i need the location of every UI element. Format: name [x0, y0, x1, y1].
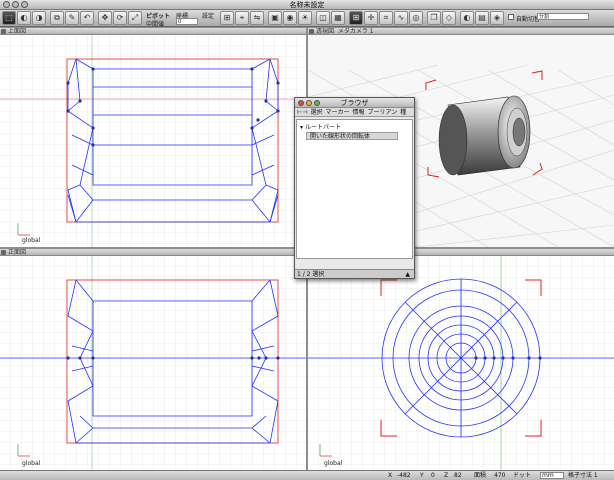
- browser-collapse-icon[interactable]: ⊢⊣: [297, 108, 307, 116]
- grid-size-label[interactable]: 格子寸法 1: [568, 471, 598, 480]
- y-coord-label: Y: [420, 472, 424, 479]
- browser-menu-kind[interactable]: 種: [400, 108, 406, 116]
- browser-titlebar[interactable]: ブラウザ: [295, 98, 414, 108]
- camera-name[interactable]: メタカメラ 1: [338, 28, 374, 35]
- zoom-button[interactable]: [21, 1, 28, 8]
- view-icon[interactable]: ◫: [316, 11, 330, 25]
- rotate-tool-icon[interactable]: ⟳: [113, 11, 127, 25]
- status-bar: X -482 Y 0 Z 82 面積 470 ドット mm 格子寸法 1: [0, 470, 614, 480]
- setting-label[interactable]: 設定: [202, 11, 214, 20]
- viewport-canvas[interactable]: [0, 35, 306, 247]
- axis-label: global: [324, 460, 343, 467]
- snap-icon[interactable]: ⌖: [235, 11, 249, 25]
- view-menu-icon[interactable]: [309, 29, 314, 34]
- viewport-canvas[interactable]: [0, 256, 306, 470]
- browser-menu-select[interactable]: 選択: [310, 108, 322, 116]
- cylinder-model: [438, 95, 531, 176]
- z-coord-label: Z: [444, 472, 449, 479]
- viewport-top-left[interactable]: 上面図 global: [0, 28, 306, 247]
- auto-switch-select[interactable]: 分割: [537, 13, 589, 20]
- viewport-title: 正面図: [8, 249, 27, 256]
- pivot-value[interactable]: 中間値: [146, 19, 164, 28]
- close-button[interactable]: [298, 100, 304, 106]
- browser-menu-boolean[interactable]: ブーリアン: [368, 108, 398, 116]
- browser-palette[interactable]: ブラウザ ⊢⊣ 選択 マーカー 情報 ブーリアン 種 ▾ ルートパート 開いた線…: [294, 97, 415, 279]
- mirror-icon[interactable]: ⇋: [250, 11, 264, 25]
- scale-value: 470: [494, 472, 506, 479]
- move-tool-icon[interactable]: ✥: [98, 11, 112, 25]
- x-coord-value: -482: [397, 472, 411, 479]
- perspective-icon[interactable]: ◇: [442, 11, 456, 25]
- edit-tool-icon[interactable]: ✎: [65, 11, 79, 25]
- overlay-icon[interactable]: ◈: [490, 11, 504, 25]
- shape-tool-icon[interactable]: ◐: [17, 11, 31, 25]
- auto-switch-checkbox[interactable]: [508, 14, 514, 20]
- unit-select[interactable]: mm: [540, 472, 564, 479]
- z-coord-value: 82: [454, 472, 462, 479]
- browser-menu-info[interactable]: 情報: [352, 108, 364, 116]
- scale-label: 面積: [474, 472, 487, 479]
- viewport-header[interactable]: 透視図 メタカメラ 1: [308, 28, 614, 35]
- viewport-bottom-left[interactable]: 正面図 global: [0, 249, 306, 470]
- tree-root-item[interactable]: ▾ ルートパート: [297, 120, 412, 131]
- select-tool-icon[interactable]: ⬚: [2, 11, 16, 25]
- axis-label: global: [22, 237, 41, 244]
- copy-tool-icon[interactable]: ⧉: [50, 11, 64, 25]
- close-button[interactable]: [3, 1, 10, 8]
- align-icon[interactable]: ⊞: [220, 11, 234, 25]
- selection-count: 1 / 2 選択: [297, 271, 325, 278]
- shade-icon[interactable]: ◐: [460, 11, 474, 25]
- render-icon[interactable]: ▣: [268, 11, 282, 25]
- camera-icon[interactable]: ◉: [283, 11, 297, 25]
- browser-tree[interactable]: ▾ ルートパート 開いた線形状の回転体: [296, 119, 413, 259]
- window-title: 名称未設定: [289, 1, 325, 9]
- view-menu-icon[interactable]: [1, 250, 6, 255]
- tree-child-item[interactable]: 開いた線形状の回転体: [306, 132, 398, 140]
- viewport-title: 上面図: [8, 28, 27, 35]
- axis-label: global: [22, 460, 41, 467]
- window-controls[interactable]: [3, 1, 28, 8]
- y-coord-value: 0: [431, 472, 435, 479]
- browser-title: ブラウザ: [340, 99, 369, 107]
- undo-icon[interactable]: ↶: [80, 11, 94, 25]
- unit-label: ドット: [513, 472, 532, 479]
- fourview-icon[interactable]: ⊞: [349, 11, 363, 25]
- axis-icon[interactable]: ✛: [364, 11, 378, 25]
- viewport-header[interactable]: 正面図: [0, 249, 306, 256]
- curve-icon[interactable]: ∿: [394, 11, 408, 25]
- resize-icon[interactable]: ▲: [405, 270, 410, 279]
- viewport-title: 透視図: [316, 28, 335, 35]
- minimize-button[interactable]: [306, 100, 312, 106]
- window-titlebar: 名称未設定: [0, 0, 614, 10]
- zoom-button[interactable]: [314, 100, 320, 106]
- toolbar: ⬚ ◐ ◑ ⧉ ✎ ↶ ✥ ⟳ ⤢ ピボット 中間値 座標 0 設定 ⊞ ⌖ ⇋…: [0, 10, 614, 28]
- grid-icon[interactable]: ▦: [331, 11, 345, 25]
- x-coord-label: X: [388, 472, 393, 479]
- sphere-icon[interactable]: ◎: [409, 11, 423, 25]
- browser-menu-marker[interactable]: マーカー: [325, 108, 349, 116]
- minimize-button[interactable]: [12, 1, 19, 8]
- scale-tool-icon[interactable]: ⤢: [128, 11, 142, 25]
- browser-status-bar: 1 / 2 選択 ▲: [295, 269, 414, 278]
- view-menu-icon[interactable]: [1, 29, 6, 34]
- disclosure-triangle-icon[interactable]: ▾: [300, 124, 303, 131]
- coord-field[interactable]: 0: [176, 18, 198, 25]
- browser-menubar: ⊢⊣ 選択 マーカー 情報 ブーリアン 種: [295, 108, 414, 117]
- viewport-bottom-right[interactable]: global: [308, 249, 614, 470]
- viewport-header[interactable]: 上面図: [0, 28, 306, 35]
- cube-icon[interactable]: ❒: [427, 11, 441, 25]
- texture-icon[interactable]: ▤: [475, 11, 489, 25]
- light-icon[interactable]: ☀: [298, 11, 312, 25]
- part-tool-icon[interactable]: ◑: [32, 11, 46, 25]
- wire-icon[interactable]: ⌗: [379, 11, 393, 25]
- viewport-canvas[interactable]: [308, 256, 614, 470]
